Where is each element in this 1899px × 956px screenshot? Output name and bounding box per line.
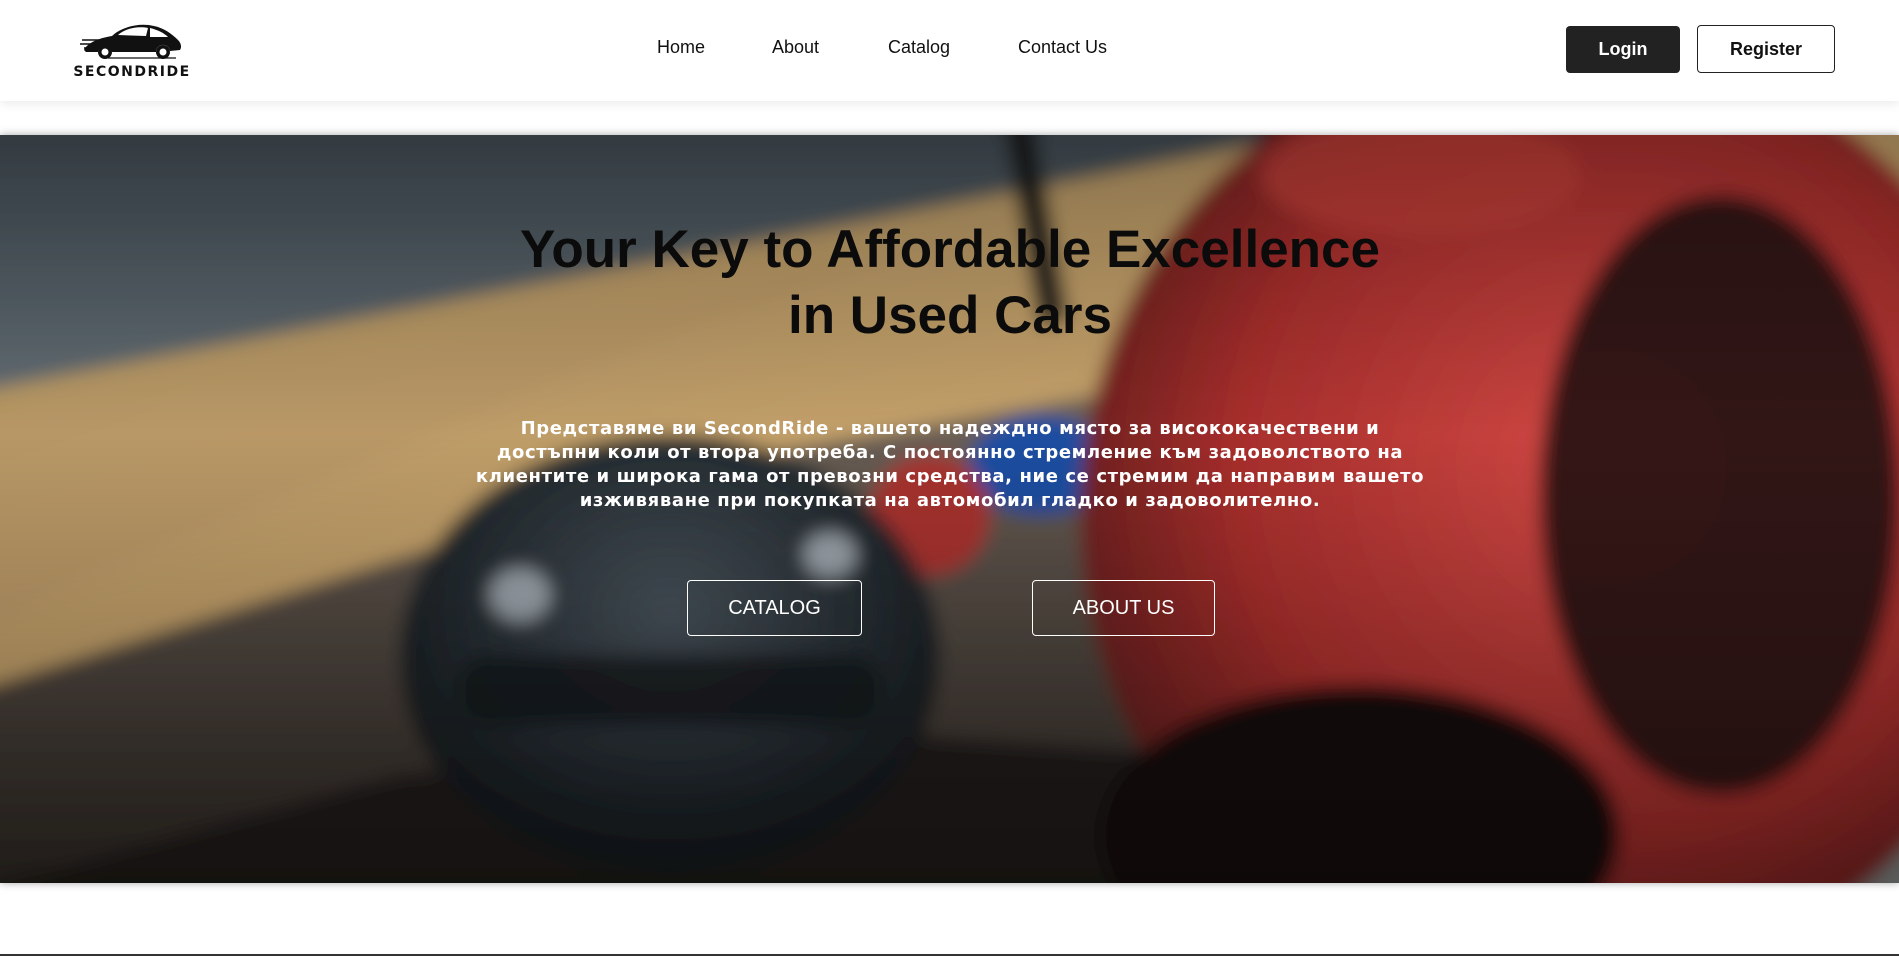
brand-name: SECONDRIDE bbox=[73, 64, 191, 80]
catalog-button[interactable]: CATALOG bbox=[687, 580, 862, 636]
hero-description: Представяме ви SecondRide - вашето надеж… bbox=[475, 418, 1425, 511]
register-button[interactable]: Register bbox=[1697, 25, 1835, 73]
nav-home[interactable]: Home bbox=[657, 37, 705, 58]
hero-title: Your Key to Affordable Excellence in Use… bbox=[450, 217, 1450, 349]
hero-title-line-1: Your Key to Affordable Excellence bbox=[519, 220, 1380, 279]
top-navbar: SECONDRIDE Home About Catalog Contact Us… bbox=[0, 0, 1899, 101]
login-button[interactable]: Login bbox=[1566, 26, 1680, 73]
hero-title-line-2: in Used Cars bbox=[787, 286, 1112, 345]
about-us-button[interactable]: ABOUT US bbox=[1032, 580, 1215, 636]
nav-about[interactable]: About bbox=[772, 37, 819, 58]
nav-catalog[interactable]: Catalog bbox=[888, 37, 950, 58]
hero-section: Your Key to Affordable Excellence in Use… bbox=[0, 135, 1899, 883]
nav-contact-us[interactable]: Contact Us bbox=[1018, 37, 1107, 58]
